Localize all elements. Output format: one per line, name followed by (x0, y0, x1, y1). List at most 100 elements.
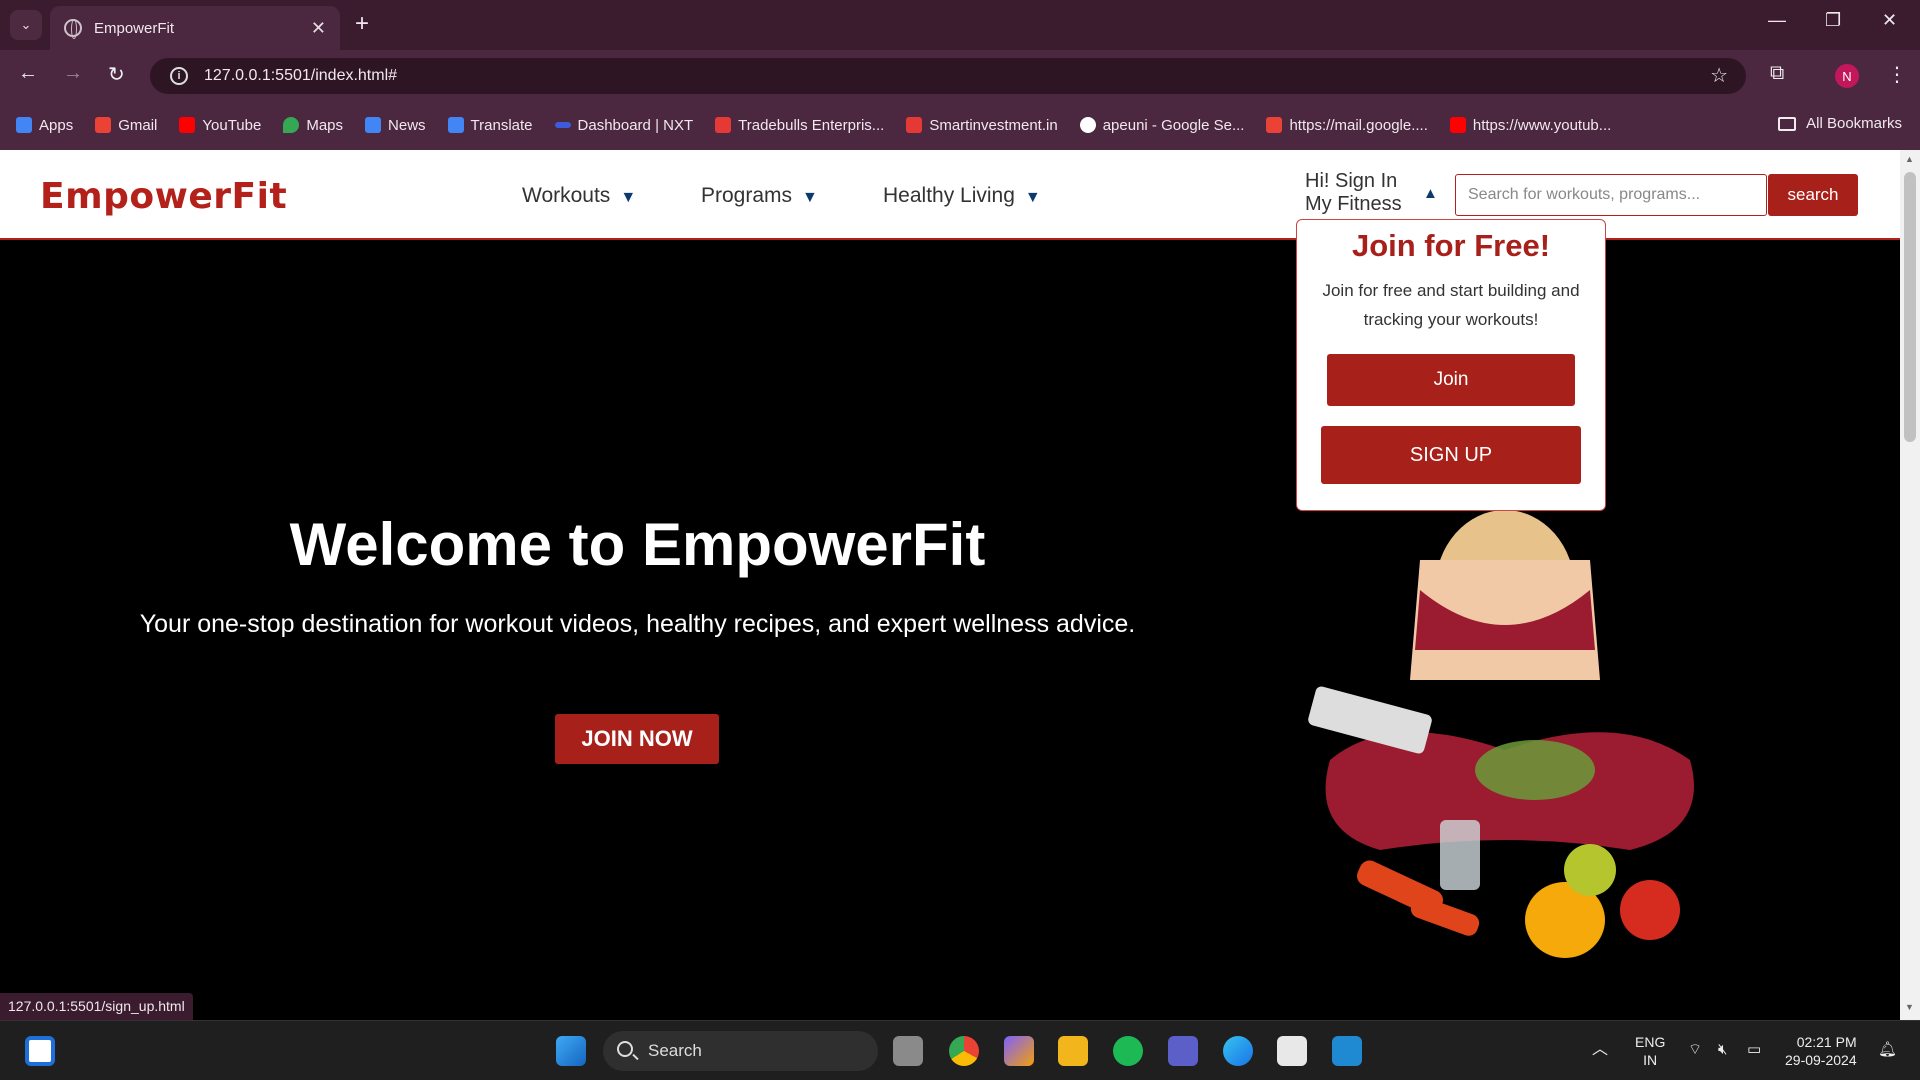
bookmark-dashboard-nxt[interactable]: Dashboard | NXT (554, 117, 693, 134)
forward-arrow-icon[interactable]: → (63, 62, 83, 85)
copilot-icon[interactable] (1004, 1036, 1034, 1066)
dropdown-title: Join for Free! (1351, 228, 1551, 263)
gmail-icon (95, 117, 112, 133)
clock[interactable]: 02:21 PM 29-09-2024 (1785, 1033, 1857, 1069)
bookmark-mail-google[interactable]: https://mail.google.... (1266, 116, 1428, 134)
teams-icon[interactable] (1168, 1036, 1198, 1066)
dumbbell-shape (1410, 896, 1480, 936)
youtube-icon (1449, 117, 1466, 133)
bookmark-star-icon[interactable]: ☆ (1710, 63, 1728, 88)
reload-icon[interactable]: ↻ (108, 62, 125, 87)
nav-programs[interactable]: Programs ▼ (701, 184, 818, 208)
clock-time: 02:21 PM (1796, 1034, 1857, 1050)
taskbar-search[interactable]: Search (603, 1031, 878, 1071)
bookmarks-bar: Apps Gmail YouTube Maps News Translate D… (0, 100, 1920, 150)
edge-icon[interactable] (1223, 1036, 1253, 1066)
all-bookmarks-label: All Bookmarks (1806, 115, 1902, 132)
tab-search-button[interactable]: ⌄ (10, 10, 42, 40)
extensions-puzzle-icon[interactable]: ⧉ (1770, 62, 1784, 85)
browser-toolbar: ← → ↻ i 127.0.0.1:5501/index.html# ☆ ⧉ N… (0, 50, 1920, 100)
address-url[interactable]: 127.0.0.1:5501/index.html# (204, 67, 397, 85)
task-view-icon[interactable] (893, 1036, 923, 1066)
bookmark-label: Tradebulls Enterpris... (738, 116, 885, 134)
spotify-icon[interactable] (1113, 1036, 1143, 1066)
caret-down-icon: ▼ (620, 189, 637, 206)
back-arrow-icon[interactable]: ← (18, 62, 38, 85)
new-tab-button[interactable]: + (355, 10, 369, 38)
nav-label: Workouts (522, 184, 611, 207)
profile-avatar[interactable]: N (1835, 64, 1859, 88)
all-bookmarks-button[interactable]: All Bookmarks (1778, 115, 1902, 132)
bookmark-label: Translate (470, 116, 533, 134)
bookmark-label: News (388, 116, 426, 134)
bookmark-smartinvestment[interactable]: Smartinvestment.in (906, 116, 1058, 134)
taskbar-search-label: Search (648, 1041, 702, 1060)
bookmark-label: Smartinvestment.in (929, 116, 1058, 134)
widgets-icon[interactable] (25, 1036, 55, 1066)
bookmark-maps[interactable]: Maps (283, 117, 343, 134)
hero-subtitle: Your one-stop destination for workout vi… (139, 610, 1136, 638)
windows-start-icon[interactable] (556, 1036, 586, 1066)
close-tab-icon[interactable]: ✕ (311, 18, 326, 39)
language-code: ENG (1635, 1034, 1666, 1050)
windows-taskbar: Search ︿ ENG IN ⌔ 🔇︎ ▭ 02:21 PM 29-09-20… (0, 1020, 1920, 1080)
bookmark-translate[interactable]: Translate (447, 116, 533, 134)
bookmark-youtube[interactable]: YouTube (179, 117, 261, 134)
file-explorer-icon[interactable] (1058, 1036, 1088, 1066)
search-icon (617, 1041, 633, 1057)
join-now-button[interactable]: JOIN NOW (555, 714, 719, 764)
smartinvestment-icon (906, 117, 923, 133)
bookmark-apps[interactable]: Apps (16, 117, 73, 134)
bookmark-label: Gmail (118, 116, 158, 134)
site-logo[interactable]: EmpowerFit (40, 176, 287, 217)
nav-label: Programs (701, 184, 793, 207)
folder-icon (1778, 116, 1797, 131)
translate-icon (447, 117, 464, 133)
account-my-fitness: My Fitness (1305, 193, 1402, 215)
sign-up-button[interactable]: SIGN UP (1321, 426, 1581, 484)
restore-icon[interactable]: ❐ (1825, 10, 1841, 31)
chrome-icon[interactable] (949, 1036, 979, 1066)
gmail-icon (1266, 117, 1283, 133)
search-input[interactable] (1455, 174, 1767, 216)
address-bar[interactable]: i 127.0.0.1:5501/index.html# ☆ (150, 58, 1746, 94)
bookmark-gmail[interactable]: Gmail (95, 117, 157, 134)
site-header: EmpowerFit Workouts ▼ Programs ▼ Healthy L… (0, 150, 1900, 240)
site-info-icon[interactable]: i (170, 67, 188, 85)
link-status-bar: 127.0.0.1:5501/sign_up.html (0, 993, 193, 1020)
google-icon (1079, 117, 1096, 133)
bookmark-apeuni[interactable]: apeuni - Google Se... (1079, 117, 1244, 134)
tomato-shape (1620, 880, 1680, 940)
search-button[interactable]: search (1768, 174, 1858, 216)
battery-icon[interactable]: ▭ (1747, 1041, 1761, 1059)
bookmark-youtube-link[interactable]: https://www.youtub... (1449, 116, 1612, 134)
scroll-up-icon[interactable]: ▲ (1905, 154, 1914, 164)
notifications-bell-icon[interactable]: 🔔︎ (1878, 1041, 1897, 1059)
vscode-icon[interactable] (1332, 1036, 1362, 1066)
window-close-icon[interactable]: ✕ (1882, 10, 1897, 31)
account-menu[interactable]: Hi! Sign In My Fitness ▲ (1305, 170, 1438, 216)
join-button[interactable]: Join (1327, 354, 1575, 406)
nav-label: Healthy Living (883, 184, 1015, 207)
caret-down-icon: ▼ (802, 189, 818, 206)
browser-tab-active[interactable]: EmpowerFit ✕ (50, 6, 340, 50)
bookmark-tradebulls[interactable]: Tradebulls Enterpris... (715, 117, 884, 134)
show-hidden-icons[interactable]: ︿ (1592, 1041, 1608, 1059)
nav-healthy-living[interactable]: Healthy Living ▼ (883, 184, 1041, 208)
bookmark-label: https://mail.google.... (1289, 116, 1428, 134)
wifi-icon[interactable]: ⌔ (1688, 1041, 1702, 1059)
web-page: EmpowerFit Workouts ▼ Programs ▼ Healthy L… (0, 150, 1900, 1020)
language-indicator[interactable]: ENG IN (1635, 1033, 1665, 1069)
scroll-down-icon[interactable]: ▼ (1905, 1002, 1914, 1012)
volume-muted-icon[interactable]: 🔇︎ (1718, 1041, 1727, 1059)
browser-menu-icon[interactable]: ⋮ (1887, 62, 1907, 87)
bookmark-news[interactable]: News (365, 117, 426, 134)
nav-workouts[interactable]: Workouts ▼ (522, 184, 636, 208)
minimize-icon[interactable]: — (1768, 10, 1786, 31)
clock-date: 29-09-2024 (1785, 1052, 1857, 1068)
store-icon[interactable] (1277, 1036, 1307, 1066)
apps-grid-icon (16, 117, 32, 133)
bookmark-label: https://www.youtub... (1472, 116, 1612, 134)
page-scrollbar[interactable]: ▲ ▼ (1900, 150, 1920, 1020)
scrollbar-thumb[interactable] (1904, 172, 1916, 442)
